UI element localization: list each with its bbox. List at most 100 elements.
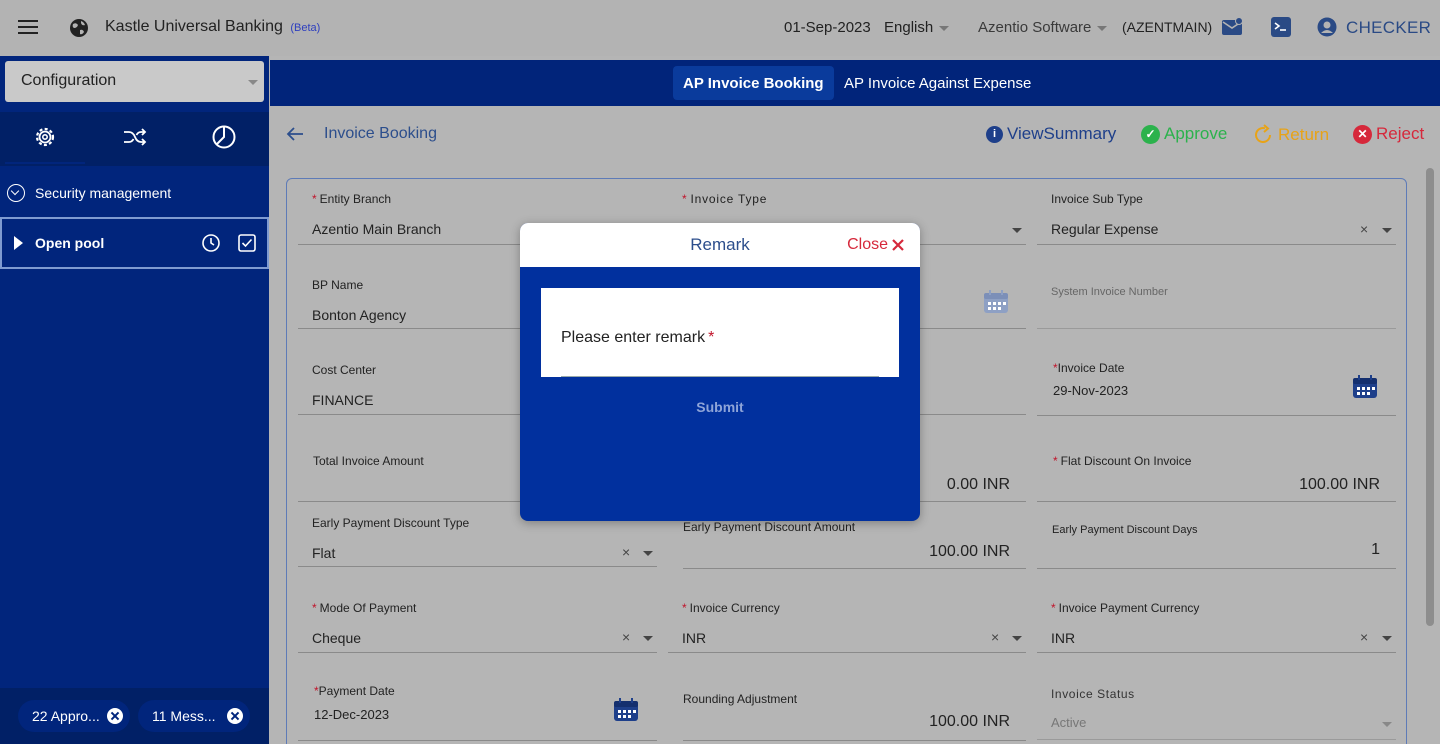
calendar-icon[interactable]: [1352, 375, 1378, 399]
invoice-currency-value: INR: [682, 630, 707, 646]
chevron-down-icon[interactable]: [643, 636, 653, 641]
remark-modal: Remark Close Please enter remark * Submit: [520, 223, 920, 521]
chevron-down-icon[interactable]: [1382, 228, 1392, 233]
field-underline: [1037, 568, 1396, 569]
tab-ap-invoice-against-expense[interactable]: AP Invoice Against Expense: [834, 66, 1041, 100]
remark-input[interactable]: Please enter remark *: [541, 288, 899, 377]
payment-date-value: 12-Dec-2023: [314, 707, 390, 722]
pie-chart-icon[interactable]: [209, 122, 239, 152]
close-button[interactable]: Close: [847, 236, 904, 254]
language-select[interactable]: English: [884, 19, 949, 36]
field-label-text: Invoice Currency: [689, 601, 780, 615]
clear-icon[interactable]: ×: [622, 629, 630, 645]
invoice-currency-field[interactable]: * Invoice Currency INR ×: [668, 599, 1026, 654]
submit-button[interactable]: Submit: [520, 399, 920, 415]
close-icon[interactable]: [107, 708, 123, 724]
early-payment-discount-amount-value: 100.00 INR: [929, 543, 1010, 560]
close-icon[interactable]: [227, 708, 243, 724]
system-invoice-number-field[interactable]: System Invoice Number: [1037, 276, 1396, 330]
chevron-down-icon[interactable]: [1382, 636, 1392, 641]
field-underline: [683, 568, 1026, 569]
mail-icon[interactable]: [1221, 17, 1243, 37]
field-label: * Flat Discount On Invoice: [1053, 454, 1192, 468]
early-payment-discount-type-value: Flat: [312, 545, 336, 561]
entity-branch-value: Azentio Main Branch: [312, 221, 442, 237]
return-button[interactable]: Return: [1252, 124, 1329, 146]
chevron-down-icon[interactable]: [643, 551, 653, 556]
field-label: * Invoice Currency: [682, 601, 780, 615]
field-underline: [668, 652, 1026, 653]
calendar-icon[interactable]: [613, 698, 639, 722]
early-payment-discount-days-field[interactable]: Early Payment Discount Days 1: [1037, 522, 1396, 570]
checkbox-icon[interactable]: [237, 233, 257, 253]
field-underline: [1037, 244, 1396, 245]
clear-icon[interactable]: ×: [1360, 629, 1368, 645]
check-circle-icon: ✓: [1141, 124, 1160, 144]
field-label-text: Entity Branch: [319, 192, 392, 206]
gear-icon[interactable]: [30, 122, 60, 152]
field-label: Total Invoice Amount: [313, 454, 424, 468]
remark-placeholder-text: Please enter remark: [561, 329, 706, 346]
main-scrollbar[interactable]: [1424, 166, 1436, 744]
tree-item-label: Security management: [35, 185, 172, 201]
cost-center-value: FINANCE: [312, 392, 374, 408]
field-label: Invoice Sub Type: [1051, 192, 1143, 206]
field-label: BP Name: [312, 278, 364, 292]
x-circle-icon: ✕: [1353, 124, 1372, 144]
menu-icon[interactable]: [18, 20, 38, 36]
organization-select[interactable]: Azentio Software: [978, 19, 1107, 36]
module-select-value: Configuration: [21, 72, 117, 89]
user-icon[interactable]: [1317, 17, 1337, 37]
module-select[interactable]: Configuration: [5, 61, 264, 102]
rounding-adjustment-field[interactable]: Rounding Adjustment 100.00 INR: [683, 690, 1026, 744]
tab-ap-invoice-booking[interactable]: AP Invoice Booking: [673, 66, 834, 100]
approve-button[interactable]: ✓ Approve: [1141, 124, 1227, 144]
approvals-chip[interactable]: 22 Appro...: [18, 700, 130, 732]
user-role[interactable]: CHECKER: [1346, 18, 1431, 38]
invoice-status-value: Active: [1051, 715, 1087, 730]
invoice-sub-type-field[interactable]: Invoice Sub Type Regular Expense ×: [1037, 190, 1396, 246]
shuffle-icon[interactable]: [120, 122, 150, 152]
invoice-date-field[interactable]: *Invoice Date 29-Nov-2023: [1037, 359, 1396, 416]
field-label: Invoice Status: [1051, 687, 1135, 701]
chevron-down-icon[interactable]: [1382, 722, 1392, 727]
terminal-icon[interactable]: [1270, 16, 1292, 38]
field-label: Cost Center: [312, 363, 377, 377]
calendar-icon[interactable]: [983, 290, 1009, 314]
input-underline: [561, 376, 879, 377]
clock-icon[interactable]: [201, 233, 221, 253]
tree-item-security-management[interactable]: Security management: [7, 184, 171, 202]
view-summary-button[interactable]: i ViewSummary: [986, 124, 1116, 144]
early-payment-discount-type-field[interactable]: Early Payment Discount Type Flat ×: [298, 514, 657, 568]
clear-icon[interactable]: ×: [622, 544, 630, 560]
chevron-down-icon[interactable]: [1012, 228, 1022, 233]
field-label-text: Mode Of Payment: [319, 601, 417, 615]
invoice-status-field[interactable]: Invoice Status Active: [1037, 685, 1396, 744]
total-invoice-amount-value: 0.00 INR: [946, 476, 1010, 493]
field-label: Early Payment Discount Type: [312, 516, 470, 530]
back-arrow-icon[interactable]: [286, 125, 304, 143]
bp-name-value: Bonton Agency: [312, 307, 407, 323]
page-title: Invoice Booking: [324, 125, 437, 142]
early-payment-discount-amount-field[interactable]: Early Payment Discount Amount 100.00 INR: [683, 520, 1026, 570]
clear-icon[interactable]: ×: [991, 629, 999, 645]
globe-icon[interactable]: [69, 18, 89, 38]
sidebar-tabs: [0, 112, 269, 166]
language-label: English: [884, 19, 934, 36]
mode-of-payment-field[interactable]: * Mode Of Payment Cheque ×: [298, 599, 657, 654]
chevron-down-icon[interactable]: [1012, 636, 1022, 641]
clear-icon[interactable]: ×: [1360, 221, 1368, 237]
field-underline: [298, 652, 657, 653]
field-underline: [683, 740, 1026, 741]
circle-chevron-down-icon: [7, 184, 25, 202]
tree-item-open-pool[interactable]: Open pool: [0, 217, 269, 269]
payment-date-field[interactable]: *Payment Date 12-Dec-2023: [298, 684, 657, 744]
reject-button[interactable]: ✕ Reject: [1353, 124, 1424, 144]
field-label: Early Payment Discount Days: [1052, 524, 1198, 536]
return-icon: [1255, 124, 1271, 143]
messages-chip[interactable]: 11 Mess...: [138, 700, 250, 732]
scrollbar-thumb[interactable]: [1426, 168, 1434, 626]
info-icon: i: [986, 125, 1003, 143]
flat-discount-field[interactable]: * Flat Discount On Invoice 100.00 INR: [1037, 452, 1396, 502]
invoice-payment-currency-field[interactable]: * Invoice Payment Currency INR ×: [1037, 599, 1396, 654]
